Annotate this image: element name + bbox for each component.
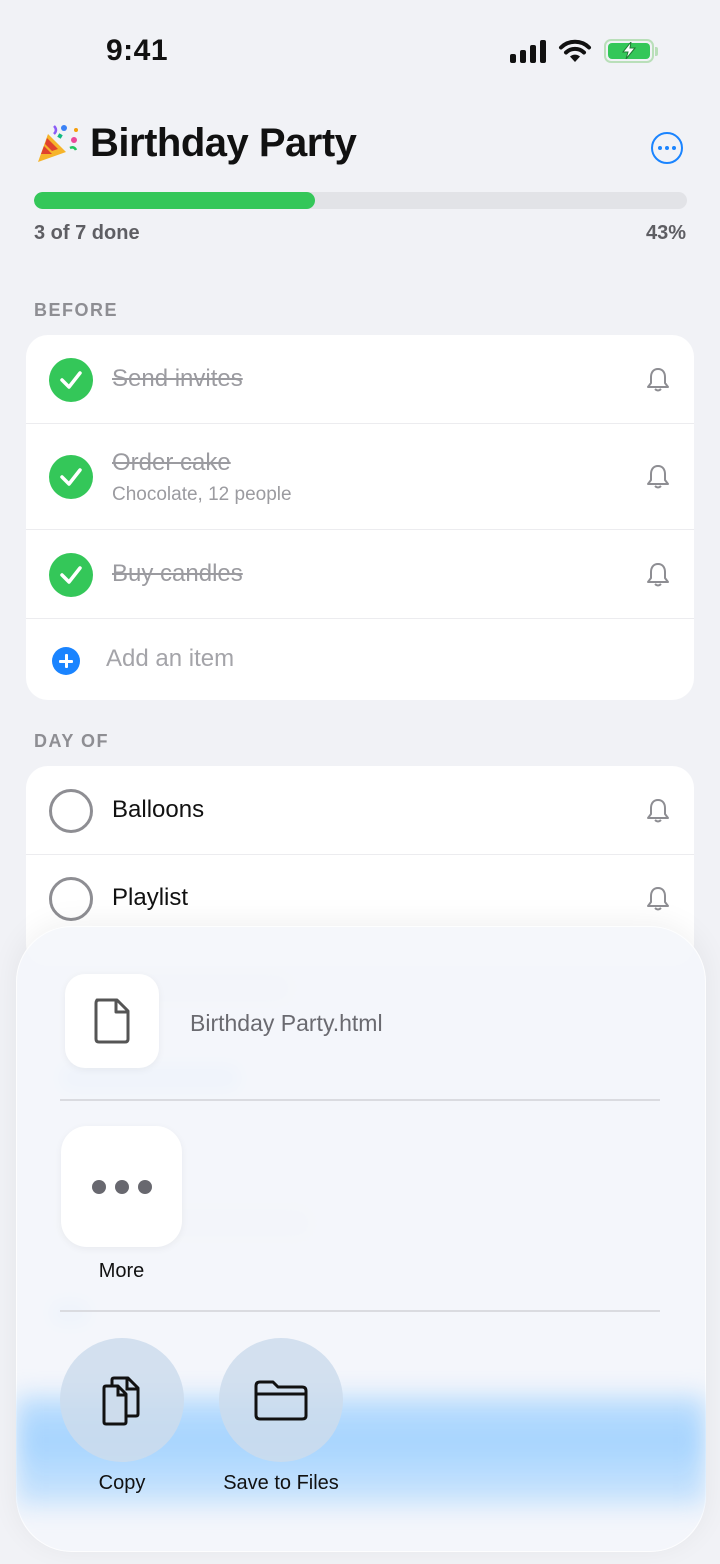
- more-label: More: [98, 1260, 145, 1282]
- empty-circle-checkbox-icon[interactable]: [49, 789, 93, 833]
- add-item-label: Add an item: [106, 645, 235, 672]
- item-note: Chocolate, 12 people: [112, 484, 292, 505]
- copy-label: Copy: [98, 1472, 146, 1494]
- item-title: Buy candles: [112, 560, 243, 587]
- list-title: Birthday Party: [90, 120, 357, 165]
- folder-icon: [254, 1380, 308, 1421]
- section-header-day-of: DAY OF: [34, 731, 110, 751]
- progress-percent: 43%: [645, 222, 686, 244]
- more-options-button[interactable]: [651, 132, 683, 164]
- progress-bar: [34, 192, 687, 209]
- status-icons: [510, 38, 658, 64]
- bell-icon[interactable]: [646, 798, 670, 824]
- list-item[interactable]: Send invites: [26, 335, 694, 424]
- cellular-signal-icon: [510, 39, 546, 63]
- list-item[interactable]: Order cake Chocolate, 12 people: [26, 424, 694, 530]
- file-thumbnail: [65, 974, 159, 1068]
- more-actions-button[interactable]: [61, 1126, 182, 1247]
- sheet-divider: [60, 1310, 660, 1312]
- progress-fill: [34, 192, 315, 209]
- bell-icon[interactable]: [646, 886, 670, 912]
- list-header: Birthday Party: [34, 120, 686, 180]
- save-to-files-label: Save to Files: [223, 1472, 339, 1494]
- ellipsis-icon: [91, 1179, 106, 1194]
- bell-icon[interactable]: [646, 367, 670, 393]
- page-title: Birthday Party: [34, 120, 357, 166]
- list-item[interactable]: Balloons: [26, 766, 694, 855]
- empty-circle-checkbox-icon[interactable]: [49, 877, 93, 921]
- wifi-icon: [559, 39, 591, 62]
- bell-icon[interactable]: [646, 464, 670, 490]
- status-bar: 9:41: [0, 0, 720, 100]
- plus-circle-icon[interactable]: [52, 647, 80, 675]
- item-title: Playlist: [112, 884, 189, 911]
- copy-icon: [102, 1376, 140, 1426]
- progress-count: 3 of 7 done: [34, 222, 140, 244]
- battery-charging-icon: [604, 39, 658, 63]
- share-sheet: Birthday Party.html More Copy Save to Fi…: [16, 926, 706, 1552]
- item-title: Send invites: [112, 365, 243, 392]
- party-popper-icon: [38, 125, 78, 162]
- list-item[interactable]: Buy candles: [26, 530, 694, 619]
- shared-file-name: Birthday Party.html: [190, 1010, 383, 1036]
- completed-checkmark-icon[interactable]: [49, 358, 93, 402]
- status-time: 9:41: [106, 34, 169, 67]
- document-icon: [94, 998, 130, 1044]
- completed-checkmark-icon[interactable]: [49, 553, 93, 597]
- bell-icon[interactable]: [646, 562, 670, 588]
- item-title: Balloons: [112, 796, 205, 823]
- sheet-divider: [60, 1099, 660, 1101]
- completed-checkmark-icon[interactable]: [49, 455, 93, 499]
- save-to-files-button[interactable]: [219, 1338, 343, 1462]
- section-header-before: BEFORE: [34, 300, 119, 320]
- item-title: Order cake: [112, 449, 231, 476]
- copy-button[interactable]: [60, 1338, 184, 1462]
- section-card-before: Send invites Order cake Chocolate, 12 pe…: [26, 335, 694, 700]
- add-item-row[interactable]: Add an item: [26, 619, 694, 700]
